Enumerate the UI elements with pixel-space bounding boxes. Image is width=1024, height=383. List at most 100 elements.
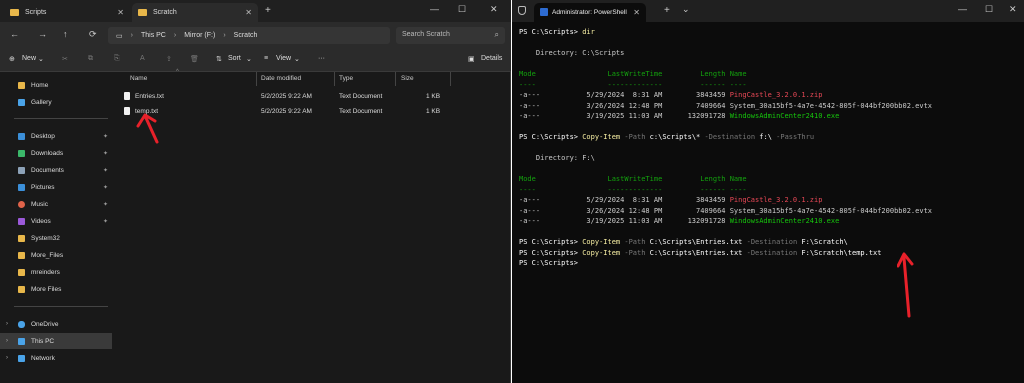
sidebar-item-music[interactable]: Music ✦ bbox=[0, 196, 112, 212]
minimize-button[interactable]: — bbox=[430, 4, 439, 14]
share-icon[interactable]: ⇪ bbox=[166, 55, 172, 63]
terminal-line: Directory: C:\Scripts bbox=[519, 48, 1019, 59]
search-input[interactable]: Search Scratch ⌕ bbox=[396, 27, 505, 44]
cut-icon[interactable]: ✂ bbox=[62, 55, 68, 63]
paste-icon[interactable]: ⎘ bbox=[114, 55, 120, 63]
pin-icon[interactable]: ✦ bbox=[103, 184, 108, 191]
minimize-button[interactable]: — bbox=[958, 4, 967, 14]
column-header-size[interactable]: Size bbox=[401, 75, 414, 82]
chevron-down-icon[interactable]: ⌄ bbox=[246, 55, 252, 63]
breadcrumb[interactable]: ▭ › This PC › Mirror (F:) › Scratch bbox=[108, 27, 390, 44]
chevron-down-icon[interactable]: ⌄ bbox=[38, 55, 44, 63]
close-icon[interactable]: ✕ bbox=[117, 8, 124, 17]
terminal-text: Copy-Item bbox=[582, 133, 621, 141]
view-button[interactable]: View bbox=[276, 55, 291, 62]
sidebar-item-home[interactable]: Home bbox=[0, 77, 112, 93]
sidebar-item-gallery[interactable]: Gallery bbox=[0, 94, 112, 110]
close-icon[interactable]: ✕ bbox=[633, 8, 640, 17]
tab-scripts[interactable]: Scripts ✕ bbox=[4, 3, 130, 22]
terminal-text: C:\Scripts\Entries.txt bbox=[649, 238, 743, 246]
sidebar-item-downloads[interactable]: Downloads ✦ bbox=[0, 145, 112, 161]
chevron-right-icon: › bbox=[130, 32, 133, 39]
maximize-button[interactable]: ☐ bbox=[985, 4, 993, 15]
rename-icon[interactable]: A bbox=[140, 55, 145, 62]
column-divider[interactable] bbox=[256, 72, 257, 86]
sidebar-item-network[interactable]: › Network bbox=[0, 350, 112, 366]
pin-icon[interactable]: ✦ bbox=[103, 150, 108, 157]
forward-icon[interactable]: → bbox=[38, 29, 47, 39]
tab-scratch[interactable]: Scratch ✕ bbox=[132, 3, 258, 22]
chevron-right-icon[interactable]: › bbox=[6, 355, 8, 361]
chevron-right-icon[interactable]: › bbox=[6, 321, 8, 327]
terminal-line: PS C:\Scripts> Copy-Item -Path C:\Script… bbox=[519, 248, 1019, 259]
sidebar-item-mreinders[interactable]: mreinders bbox=[0, 264, 112, 280]
column-divider[interactable] bbox=[450, 72, 451, 86]
gallery-icon bbox=[18, 98, 25, 106]
folder-icon bbox=[18, 285, 25, 293]
sort-arrow-icon: ^ bbox=[176, 69, 179, 75]
powershell-icon bbox=[540, 8, 548, 16]
close-window-button[interactable]: ✕ bbox=[490, 4, 498, 15]
terminal-line: ---- ------------- ------ ---- bbox=[519, 185, 1019, 196]
terminal-line: -a--- 5/29/2024 8:31 AM 3843459 PingCast… bbox=[519, 90, 1019, 101]
new-tab-button[interactable]: + bbox=[265, 5, 271, 16]
terminal-text: -Path bbox=[620, 133, 650, 141]
new-tab-button[interactable]: + bbox=[664, 5, 670, 16]
delete-icon[interactable]: 🗑 bbox=[190, 55, 199, 63]
sidebar-item-documents[interactable]: Documents ✦ bbox=[0, 162, 112, 178]
close-icon[interactable]: ✕ bbox=[245, 8, 252, 17]
back-icon[interactable]: ← bbox=[10, 29, 19, 39]
terminal-text: -a--- 3/26/2024 12:48 PM 7409664 System_… bbox=[519, 101, 933, 110]
file-row[interactable]: temp.txt 5/2/2025 9:22 AM Text Document … bbox=[116, 104, 511, 119]
sidebar-item-more-files-underscore[interactable]: More_Files bbox=[0, 247, 112, 263]
breadcrumb-this-pc[interactable]: This PC bbox=[141, 32, 166, 39]
column-header-type[interactable]: Type bbox=[339, 75, 353, 82]
new-button[interactable]: New bbox=[22, 55, 36, 62]
close-window-button[interactable]: ✕ bbox=[1009, 4, 1017, 15]
chevron-down-icon[interactable]: ⌄ bbox=[682, 4, 690, 15]
shield-icon bbox=[518, 6, 526, 15]
sidebar-item-more-files[interactable]: More Files bbox=[0, 281, 112, 297]
terminal-text: WindowsAdminCenter2410.exe bbox=[729, 112, 840, 120]
pin-icon[interactable]: ✦ bbox=[103, 218, 108, 225]
folder-icon bbox=[18, 234, 25, 242]
sidebar-item-system32[interactable]: System32 bbox=[0, 230, 112, 246]
sidebar-item-this-pc[interactable]: › This PC bbox=[0, 333, 112, 349]
file-row[interactable]: Entries.txt 5/2/2025 9:22 AM Text Docume… bbox=[116, 89, 511, 104]
terminal-output[interactable]: PS C:\Scripts> dir Directory: C:\Scripts… bbox=[519, 27, 1019, 269]
maximize-button[interactable]: ☐ bbox=[458, 4, 466, 15]
file-size: 1 KB bbox=[426, 108, 441, 115]
breadcrumb-scratch[interactable]: Scratch bbox=[234, 32, 258, 39]
more-options-button[interactable]: ··· bbox=[318, 55, 325, 62]
sidebar-item-onedrive[interactable]: › OneDrive bbox=[0, 316, 112, 332]
chevron-down-icon[interactable]: ⌄ bbox=[294, 55, 300, 63]
column-header-name[interactable]: Name bbox=[130, 75, 147, 82]
column-divider[interactable] bbox=[334, 72, 335, 86]
column-header-date[interactable]: Date modified bbox=[261, 75, 301, 82]
up-icon[interactable]: ↑ bbox=[63, 29, 68, 39]
sidebar-item-label: Music bbox=[31, 200, 48, 208]
details-pane-icon: ▣ bbox=[468, 56, 475, 63]
pin-icon[interactable]: ✦ bbox=[103, 201, 108, 208]
command-bar: ⊕ New ⌄ ✂ ⧉ ⎘ A ⇪ 🗑 ⇅ Sort ⌄ ≡ View ⌄ ··… bbox=[0, 48, 511, 72]
terminal-text: -a--- 3/19/2025 11:03 AM 132091728 bbox=[519, 112, 730, 120]
terminal-text: -Destination bbox=[742, 238, 802, 246]
details-button[interactable]: Details bbox=[481, 55, 502, 62]
sort-button[interactable]: Sort bbox=[228, 55, 241, 62]
sidebar-item-pictures[interactable]: Pictures ✦ bbox=[0, 179, 112, 195]
pin-icon[interactable]: ✦ bbox=[103, 133, 108, 140]
chevron-right-icon: › bbox=[223, 32, 226, 39]
folder-icon bbox=[138, 9, 147, 16]
refresh-icon[interactable]: ⟳ bbox=[89, 29, 97, 40]
sidebar-item-videos[interactable]: Videos ✦ bbox=[0, 213, 112, 229]
column-divider[interactable] bbox=[395, 72, 396, 86]
breadcrumb-mirror[interactable]: Mirror (F:) bbox=[184, 32, 215, 39]
chevron-right-icon[interactable]: › bbox=[6, 338, 8, 344]
copy-icon[interactable]: ⧉ bbox=[88, 55, 93, 63]
pin-icon[interactable]: ✦ bbox=[103, 167, 108, 174]
terminal-line: Mode LastWriteTime Length Name bbox=[519, 69, 1019, 80]
sidebar-item-desktop[interactable]: Desktop ✦ bbox=[0, 128, 112, 144]
tab-powershell[interactable]: Administrator: PowerShell ✕ bbox=[534, 3, 646, 22]
